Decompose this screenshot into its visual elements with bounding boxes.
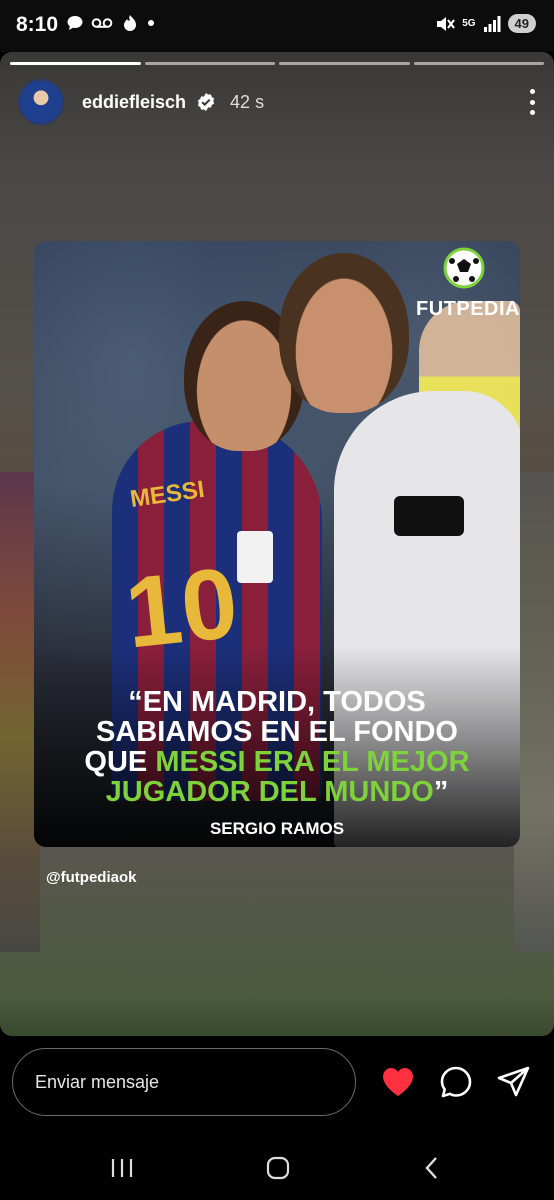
soccer-ball-icon: [443, 247, 485, 289]
heart-icon[interactable]: [380, 1064, 416, 1100]
more-options-icon[interactable]: [528, 89, 536, 115]
madrid-player-head: [279, 253, 409, 413]
progress-segment: [144, 62, 275, 65]
post-image: MESSI 10 FUTPEDIA “EN MADRID, TODOS SABI…: [34, 241, 520, 847]
quote-line: JUGADOR DEL MUNDO”: [34, 777, 520, 807]
quote-segment-highlight: MESSI ERA EL MEJOR: [155, 746, 470, 778]
home-button[interactable]: [260, 1150, 296, 1186]
quote-line: SABIAMOS EN EL FONDO: [34, 717, 520, 747]
avatar[interactable]: [18, 79, 64, 125]
back-button[interactable]: [414, 1150, 450, 1186]
flame-app-icon: [124, 15, 136, 31]
quote-segment: SABIAMOS EN EL FONDO: [96, 716, 458, 748]
system-icons: 5G 49: [435, 14, 536, 33]
blurred-background-right: [514, 472, 554, 952]
story-time-ago: 42 s: [230, 91, 265, 112]
battery-level: 49: [507, 14, 536, 33]
dot-icon: [148, 20, 154, 26]
signal-icon: [483, 15, 501, 32]
story-header: eddiefleisch 42 s: [18, 78, 536, 126]
progress-segment: [413, 62, 544, 65]
progress-segment: [10, 62, 141, 65]
brand-name: FUTPEDIA: [416, 298, 520, 320]
quote-segment: “EN MADRID, TODOS: [128, 686, 426, 718]
send-icon[interactable]: [496, 1064, 532, 1100]
message-input[interactable]: [12, 1048, 356, 1116]
brand-logo: FUTPEDIA: [416, 247, 520, 321]
quote-segment: QUE: [84, 746, 156, 778]
verified-badge-icon: [197, 93, 215, 111]
quote-line: QUE MESSI ERA EL MEJOR: [34, 747, 520, 777]
progress-segment: [279, 62, 410, 65]
comment-icon[interactable]: [438, 1064, 474, 1100]
quote-author: SERGIO RAMOS: [209, 819, 345, 838]
quote-line: “EN MADRID, TODOS: [34, 687, 520, 717]
quote-segment-highlight: JUGADOR DEL MUNDO: [105, 776, 434, 808]
recents-icon: [111, 1159, 133, 1177]
mute-icon: [437, 16, 455, 31]
story-progress: [10, 62, 544, 65]
quote-segment: ”: [433, 776, 449, 808]
username[interactable]: eddiefleisch: [82, 92, 186, 113]
voicemail-icon: [91, 18, 113, 28]
story-viewer[interactable]: eddiefleisch 42 s MESSI 10 FUTPEDIA “EN …: [0, 52, 554, 1036]
network-type: 5G: [462, 17, 476, 29]
recents-button[interactable]: [104, 1150, 140, 1186]
reply-bar: [0, 1036, 554, 1136]
notification-icons: [66, 14, 155, 32]
system-navigation-bar: [0, 1136, 554, 1200]
laliga-badge: [237, 531, 273, 583]
chat-bubble-icon: [67, 16, 83, 30]
status-time: 8:10: [16, 13, 59, 36]
mention-sticker[interactable]: @futpediaok: [46, 869, 136, 886]
quote-text: “EN MADRID, TODOS SABIAMOS EN EL FONDO Q…: [34, 687, 520, 807]
home-icon: [266, 1156, 290, 1180]
back-chevron-icon: [425, 1157, 437, 1179]
status-bar: 8:10 5G 49: [0, 0, 554, 52]
captain-armband: [394, 496, 464, 536]
